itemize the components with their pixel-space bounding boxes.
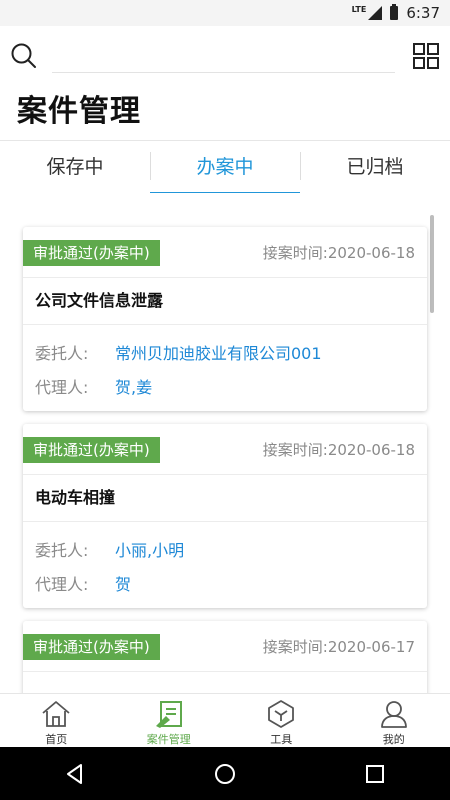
case-icon <box>155 701 182 728</box>
nav-profile[interactable]: 我的 <box>338 694 450 748</box>
nav-tools[interactable]: 工具 <box>225 694 338 748</box>
status-badge: 审批通过(办案中) <box>23 437 160 463</box>
client-value[interactable]: 常州贝加迪胶业有限公司001 <box>115 337 322 371</box>
case-list[interactable]: 审批通过(办案中) 接案时间:2020-06-18 公司文件信息泄露 委托人: … <box>0 193 450 693</box>
case-date: 接案时间:2020-06-18 <box>262 441 415 459</box>
case-date: 接案时间:2020-06-18 <box>262 244 415 262</box>
case-card[interactable]: 审批通过(办案中) 接案时间:2020-06-18 公司文件信息泄露 委托人: … <box>23 227 427 411</box>
scrollbar[interactable] <box>430 215 434 313</box>
client-label: 委托人: <box>35 344 89 363</box>
status-badge: 审批通过(办案中) <box>23 634 160 660</box>
nav-case-management[interactable]: 案件管理 <box>113 694 226 748</box>
tools-icon <box>268 700 295 728</box>
back-button[interactable] <box>55 754 95 794</box>
client-row: 委托人: 常州贝加迪胶业有限公司001 <box>23 337 427 371</box>
recents-button[interactable] <box>355 754 395 794</box>
case-title: 公司文件信息泄露 <box>23 278 427 325</box>
clock: 6:37 <box>406 4 440 22</box>
case-date: 接案时间:2020-06-17 <box>262 638 415 656</box>
signal-icon <box>368 6 383 20</box>
nav-home-label: 首页 <box>45 733 68 746</box>
tab-bar: 保存中 办案中 已归档 <box>0 141 450 194</box>
status-bar: LTE 6:37 <box>0 0 450 26</box>
page-title: 案件管理 <box>17 94 141 129</box>
home-circle-icon <box>215 763 235 784</box>
agent-label: 代理人: <box>35 378 89 397</box>
case-card-header: 审批通过(办案中) 接案时间:2020-06-18 <box>23 227 427 278</box>
profile-icon <box>380 701 407 728</box>
agent-row: 代理人: 贺 <box>23 568 427 602</box>
system-nav-bar <box>0 747 450 800</box>
nav-case-label: 案件管理 <box>146 733 191 746</box>
client-row: 委托人: 小丽,小明 <box>23 534 427 568</box>
bottom-nav: 首页 案件管理 工具 我的 <box>0 693 450 748</box>
search-underline <box>52 72 395 73</box>
agent-row: 代理人: 贺,姜 <box>23 371 427 405</box>
recents-icon <box>366 764 384 783</box>
client-value[interactable]: 小丽,小明 <box>115 534 184 568</box>
top-bar <box>0 26 450 84</box>
case-card-header: 审批通过(办案中) 接案时间:2020-06-18 <box>23 424 427 475</box>
nav-profile-label: 我的 <box>382 733 405 746</box>
home-icon <box>42 701 70 727</box>
case-title: 电动车相撞 <box>23 475 427 522</box>
tab-saving[interactable]: 保存中 <box>0 141 150 193</box>
tab-archived[interactable]: 已归档 <box>300 141 450 193</box>
case-card-header: 审批通过(办案中) 接案时间:2020-06-17 <box>23 621 427 672</box>
agent-label: 代理人: <box>35 575 89 594</box>
tab-separator <box>150 152 151 180</box>
case-card[interactable]: 审批通过(办案中) 接案时间:2020-06-17 <box>23 621 427 693</box>
agent-value[interactable]: 贺 <box>115 568 131 602</box>
client-label: 委托人: <box>35 541 89 560</box>
tab-in-progress[interactable]: 办案中 <box>150 141 300 194</box>
status-badge: 审批通过(办案中) <box>23 240 160 266</box>
grid-menu-icon[interactable] <box>412 42 440 70</box>
agent-value[interactable]: 贺,姜 <box>115 371 152 405</box>
back-icon <box>67 763 82 784</box>
search-icon[interactable] <box>10 42 38 70</box>
case-card[interactable]: 审批通过(办案中) 接案时间:2020-06-18 电动车相撞 委托人: 小丽,… <box>23 424 427 608</box>
battery-icon <box>390 4 399 20</box>
nav-home[interactable]: 首页 <box>0 694 113 748</box>
tab-separator <box>300 152 301 180</box>
home-button[interactable] <box>205 754 245 794</box>
network-type: LTE <box>351 4 367 14</box>
nav-tools-label: 工具 <box>270 733 293 746</box>
